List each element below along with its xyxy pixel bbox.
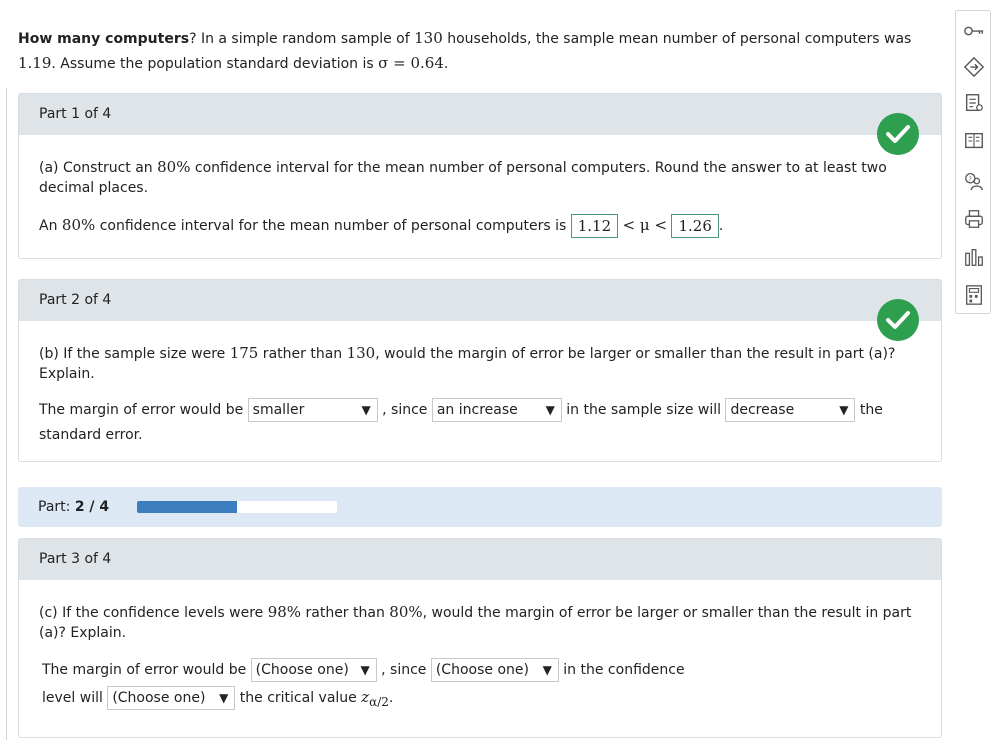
progress-label: Part: 2 / 4 [38, 499, 110, 515]
part-2-panel: Part 2 of 4 (b) If the sample size were … [18, 279, 942, 462]
part-2-header: Part 2 of 4 [19, 280, 941, 321]
help-icon[interactable]: ? [962, 169, 986, 193]
progress-bar [137, 501, 337, 513]
part-3-header: Part 3 of 4 [19, 539, 941, 580]
check-icon [877, 113, 919, 155]
left-border [6, 88, 7, 740]
progress-panel: Part: 2 / 4 [18, 487, 942, 527]
part-1-prompt: (a) Construct an 80% confidence interval… [39, 158, 887, 196]
key-icon[interactable] [962, 19, 986, 43]
calculator-icon[interactable] [962, 283, 986, 307]
confidence-change-dropdown[interactable]: (Choose one) ▼ [430, 658, 559, 682]
part-1-panel: Part 1 of 4 (a) Construct an 80% confide… [18, 93, 942, 259]
part-2-answer: The margin of error would be smaller ▼ , … [39, 398, 921, 448]
part-3-answer: The margin of error would be (Choose one… [39, 657, 921, 716]
lower-bound-input[interactable]: 1.12 [570, 214, 619, 238]
question-text: How many computers? In a simple random s… [18, 29, 912, 72]
book-icon[interactable] [962, 129, 986, 153]
chart-icon[interactable] [962, 245, 986, 269]
notes-icon[interactable] [962, 91, 986, 115]
part-1-header: Part 1 of 4 [19, 94, 941, 135]
check-icon [877, 299, 919, 341]
part-3-panel: Part 3 of 4 (c) If the confidence levels… [18, 538, 942, 738]
tool-sidebar: ? [955, 10, 991, 314]
problem-area: How many computers? In a simple random s… [0, 0, 950, 740]
print-icon[interactable] [962, 207, 986, 231]
part-1-answer: An 80% confidence interval for the mean … [39, 212, 921, 239]
part-2-prompt: (b) If the sample size were 175 rather t… [39, 344, 896, 382]
upper-bound-input[interactable]: 1.26 [671, 214, 719, 238]
hint-icon[interactable] [962, 55, 986, 79]
part-3-prompt: (c) If the confidence levels were 98% ra… [39, 603, 912, 641]
svg-text:?: ? [969, 175, 972, 183]
margin-dropdown[interactable]: smaller ▼ [247, 398, 378, 422]
standard-error-effect-dropdown[interactable]: decrease ▼ [725, 398, 856, 422]
sample-size-change-dropdown[interactable]: an increase ▼ [431, 398, 562, 422]
progress-fill [137, 501, 237, 513]
critical-value-effect-dropdown[interactable]: (Choose one) ▼ [107, 686, 236, 710]
margin-dropdown-c[interactable]: (Choose one) ▼ [250, 658, 377, 682]
question-title: How many computers [18, 31, 190, 47]
